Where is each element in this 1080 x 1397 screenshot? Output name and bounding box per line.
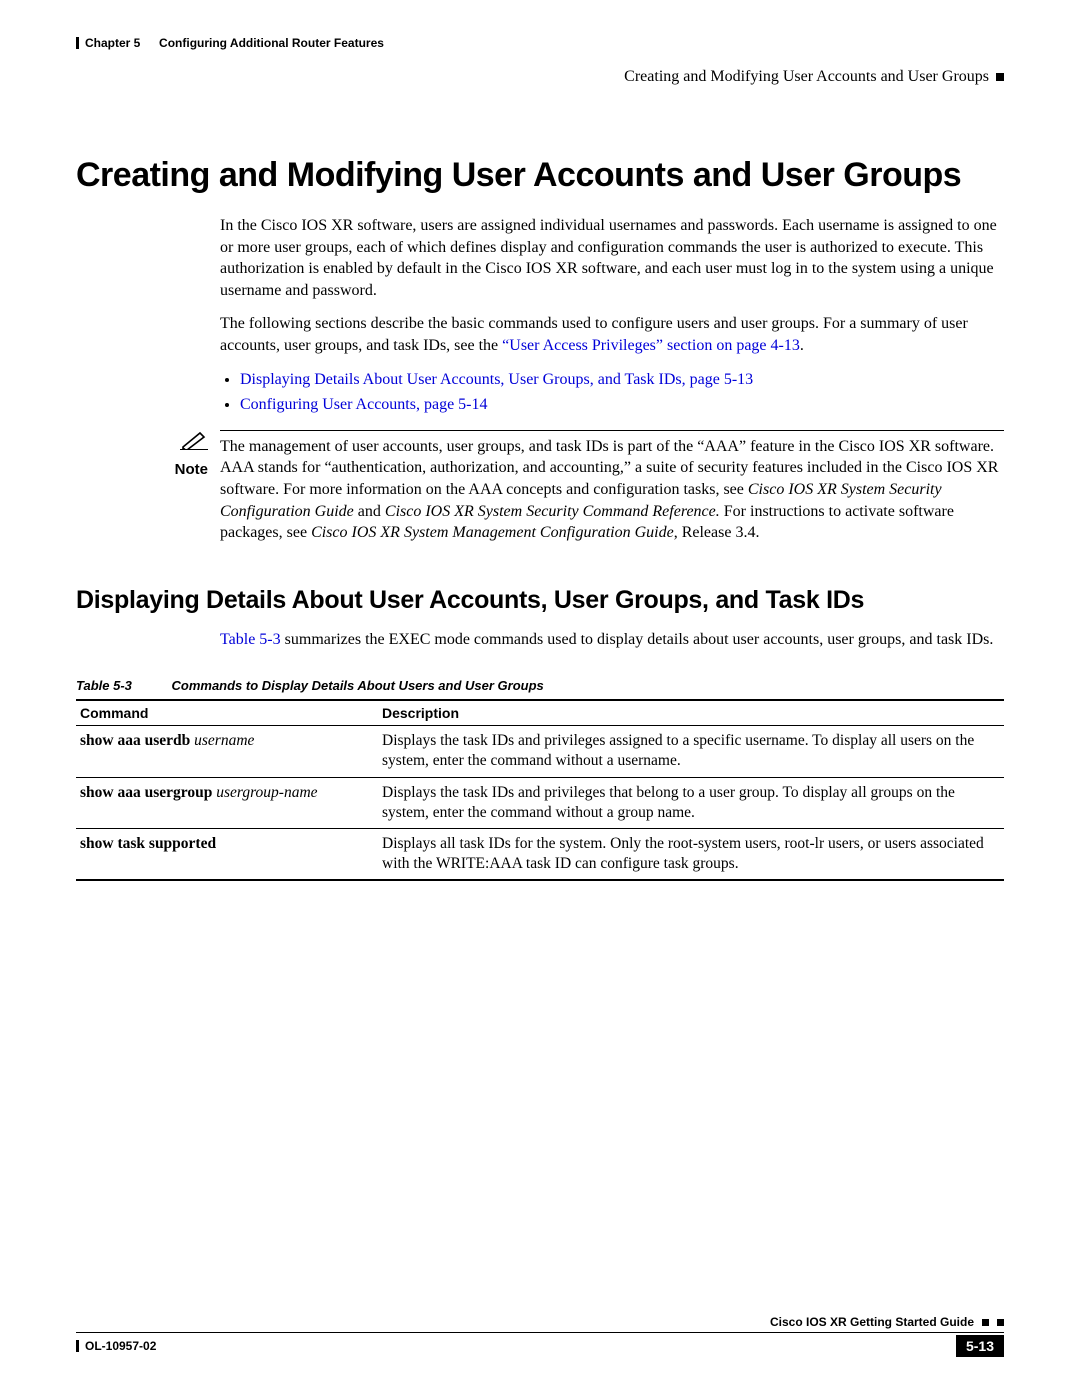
table-row: show task supported Displays all task ID… — [76, 828, 1004, 880]
table-header-row: Command Description — [76, 700, 1004, 726]
footer-bar-icon — [76, 1340, 79, 1352]
description-cell: Displays the task IDs and privileges tha… — [378, 777, 1004, 828]
list-item: Displaying Details About User Accounts, … — [240, 369, 1004, 391]
chapter-label: Chapter 5 — [85, 36, 140, 50]
note-block: Note The management of user accounts, us… — [76, 430, 1004, 544]
col-command: Command — [76, 700, 378, 726]
command-cell: show aaa usergroup usergroup-name — [76, 777, 378, 828]
note-top-rule — [220, 430, 1004, 431]
footer-guide-line: Cisco IOS XR Getting Started Guide — [76, 1315, 1004, 1329]
doc-id: OL-10957-02 — [85, 1339, 156, 1353]
document-page: Chapter 5 Configuring Additional Router … — [0, 0, 1080, 1397]
table-row: show aaa userdb username Displays the ta… — [76, 726, 1004, 777]
footer-bottom: OL-10957-02 5-13 — [76, 1335, 1004, 1357]
displaying-details-link[interactable]: Displaying Details About User Accounts, … — [240, 371, 753, 388]
col-description: Description — [378, 700, 1004, 726]
guide-name: Cisco IOS XR Getting Started Guide — [770, 1315, 974, 1329]
list-item: Configuring User Accounts, page 5-14 — [240, 394, 1004, 416]
table-caption: Table 5-3 Commands to Display Details Ab… — [76, 678, 1004, 693]
note-label: Note — [76, 461, 208, 478]
footer-left: OL-10957-02 — [76, 1339, 156, 1353]
note-icon-column: Note — [76, 430, 220, 478]
note-text: The management of user accounts, user gr… — [220, 430, 1004, 544]
footer-rule — [76, 1332, 1004, 1333]
page-footer: Cisco IOS XR Getting Started Guide OL-10… — [76, 1315, 1004, 1357]
table-5-3-link[interactable]: Table 5-3 — [220, 631, 281, 648]
section-heading: Displaying Details About User Accounts, … — [76, 586, 1004, 615]
footer-square-icon — [982, 1319, 989, 1326]
table-number: Table 5-3 — [76, 678, 132, 693]
header-right: Creating and Modifying User Accounts and… — [76, 68, 1004, 86]
commands-table: Command Description show aaa userdb user… — [76, 699, 1004, 881]
configuring-user-accounts-link[interactable]: Configuring User Accounts, page 5-14 — [240, 396, 488, 413]
running-header: Chapter 5 Configuring Additional Router … — [76, 36, 1004, 50]
chapter-title: Configuring Additional Router Features — [159, 36, 384, 50]
table-title: Commands to Display Details About Users … — [172, 678, 544, 693]
page-title: Creating and Modifying User Accounts and… — [76, 156, 1004, 195]
intro-paragraph-1: In the Cisco IOS XR software, users are … — [220, 215, 1004, 301]
description-cell: Displays the task IDs and privileges ass… — [378, 726, 1004, 777]
section-title: Creating and Modifying User Accounts and… — [624, 68, 989, 86]
table-row: show aaa usergroup usergroup-name Displa… — [76, 777, 1004, 828]
command-cell: show aaa userdb username — [76, 726, 378, 777]
sub-intro: Table 5-3 summarizes the EXEC mode comma… — [220, 629, 1004, 651]
toc-bullets: Displaying Details About User Accounts, … — [220, 369, 1004, 416]
sub-intro-paragraph: Table 5-3 summarizes the EXEC mode comma… — [220, 629, 1004, 651]
pencil-icon — [180, 430, 208, 455]
page-number: 5-13 — [956, 1335, 1004, 1357]
footer-square-icon — [997, 1319, 1004, 1326]
description-cell: Displays all task IDs for the system. On… — [378, 828, 1004, 880]
user-access-privileges-link[interactable]: “User Access Privileges” section on page… — [502, 337, 800, 354]
header-left: Chapter 5 Configuring Additional Router … — [76, 36, 384, 50]
header-square-icon — [996, 73, 1004, 81]
header-rule-icon — [76, 37, 79, 49]
intro-block: In the Cisco IOS XR software, users are … — [220, 215, 1004, 416]
intro-paragraph-2: The following sections describe the basi… — [220, 313, 1004, 356]
command-cell: show task supported — [76, 828, 378, 880]
